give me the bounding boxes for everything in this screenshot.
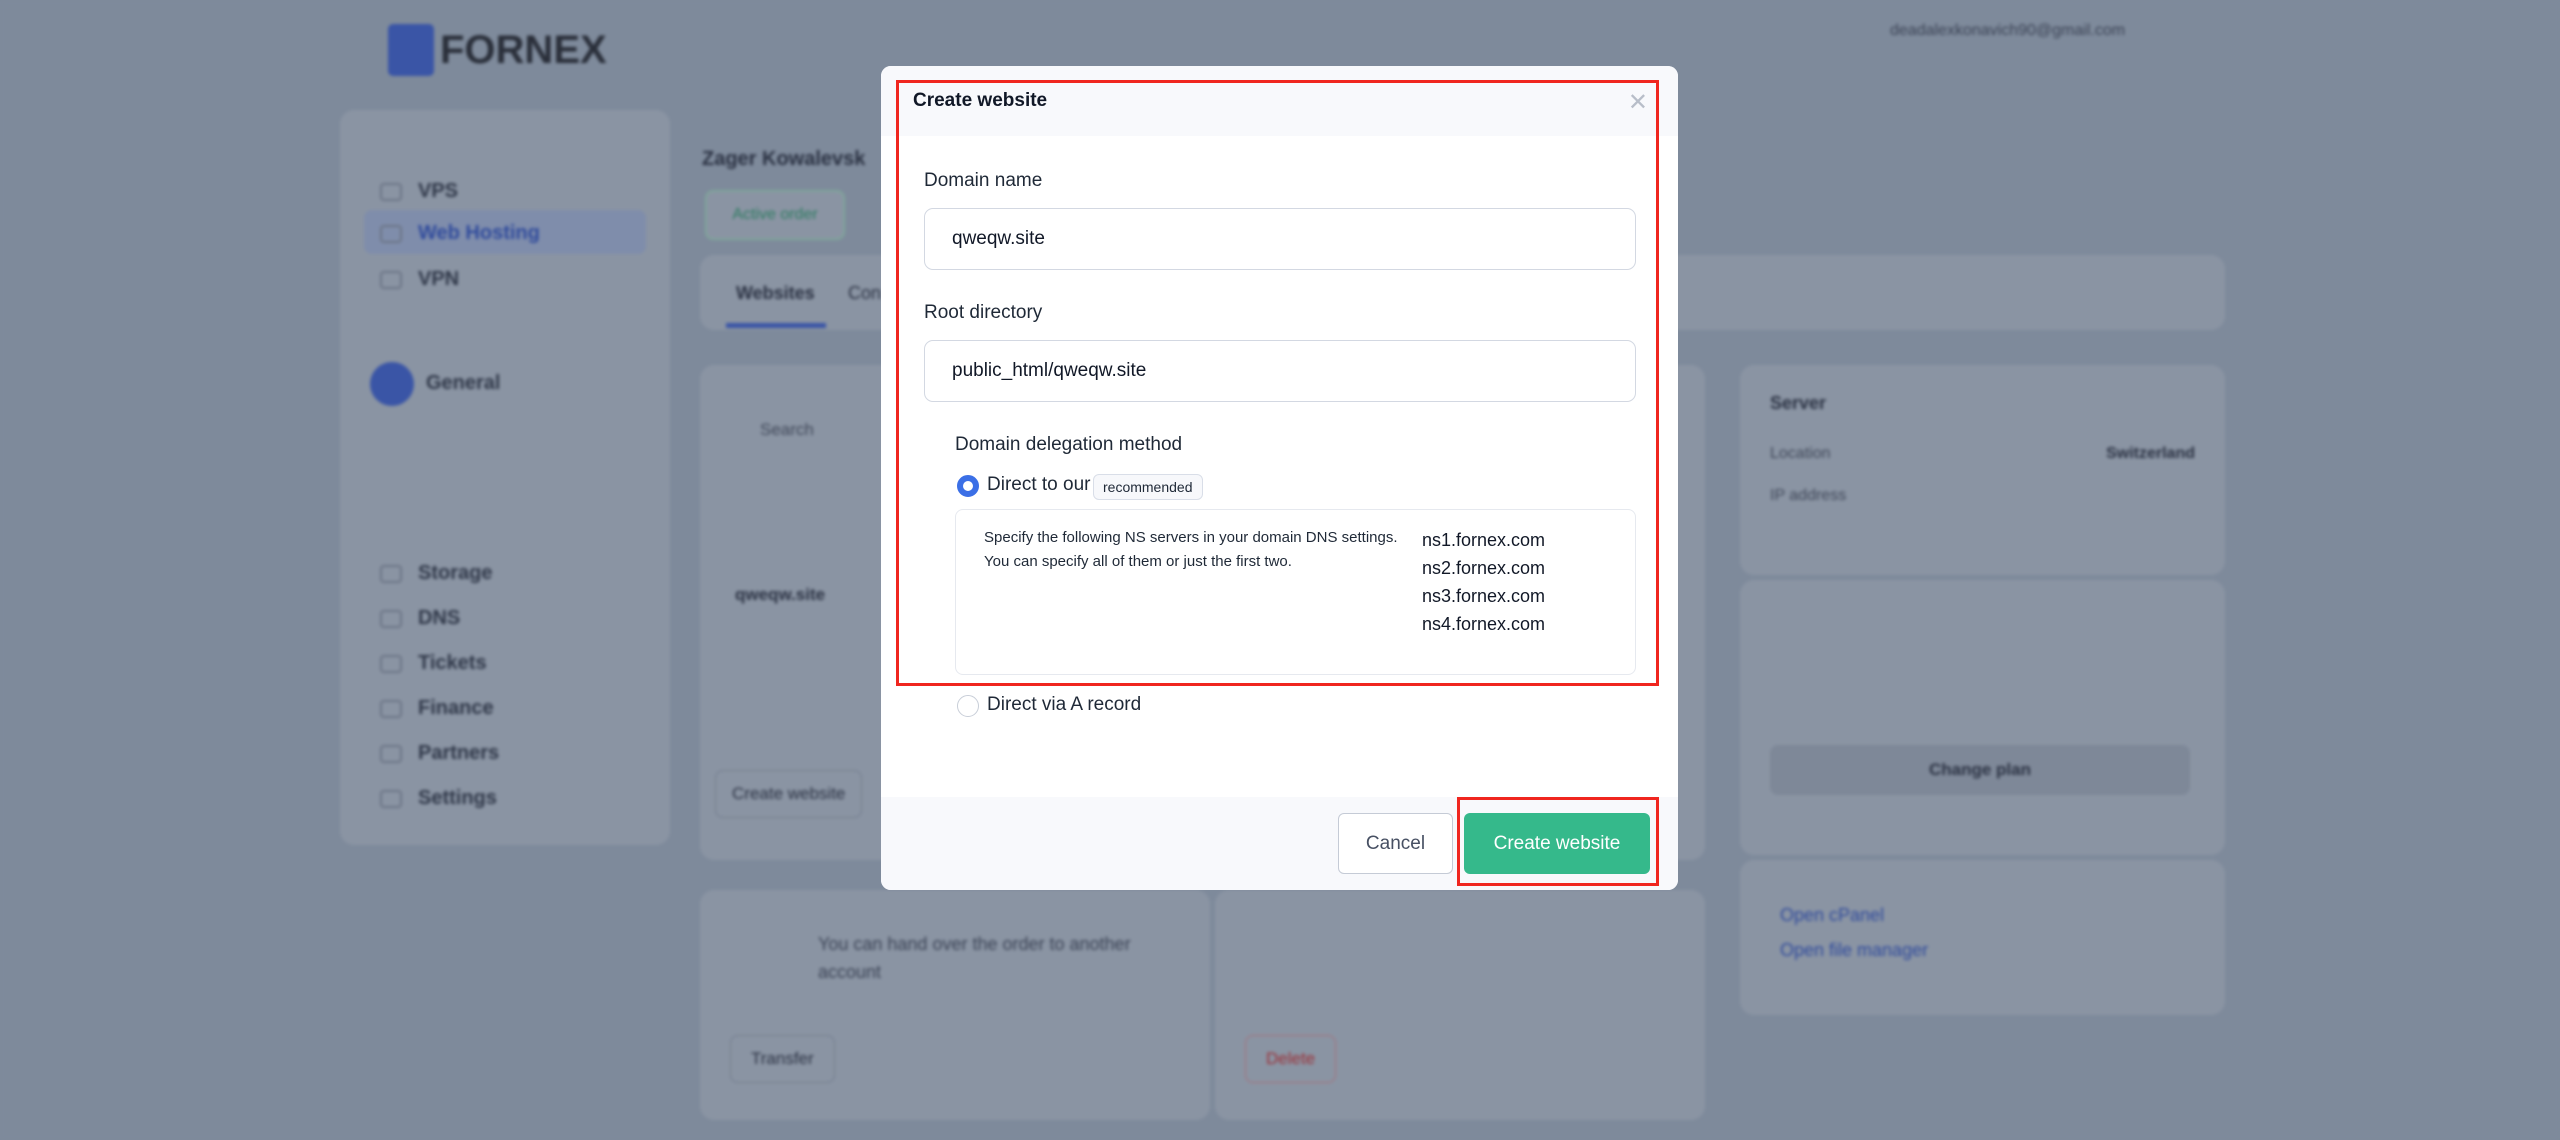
ns-server-list: ns1.fornex.com ns2.fornex.com ns3.fornex…: [1422, 526, 1545, 638]
location-value: Switzerland: [2106, 445, 2195, 462]
modal-header: Create website ✕: [881, 66, 1678, 136]
logo-icon: [388, 24, 434, 76]
transfer-text: You can hand over the order to another a…: [818, 934, 1131, 982]
recommended-badge: recommended: [1093, 474, 1203, 500]
sidebar: VPS Web Hosting VPN General Storage DNS …: [340, 110, 670, 845]
domain-name-input[interactable]: [924, 208, 1636, 270]
tab-websites[interactable]: Websites: [736, 283, 815, 304]
open-file-manager-link[interactable]: Open file manager: [1780, 940, 1928, 961]
website-name[interactable]: qweqw.site: [735, 585, 825, 605]
user-email[interactable]: deadalexkonavich90@gmail.com: [1890, 22, 2125, 40]
root-directory-label: Root directory: [924, 302, 1043, 323]
create-website-button[interactable]: Create website: [1464, 813, 1650, 874]
sidebar-item-partners[interactable]: Partners: [380, 742, 499, 765]
location-label: Location: [1770, 445, 1831, 462]
modal-footer: Cancel Create website: [881, 797, 1678, 890]
sidebar-item-tickets[interactable]: Tickets: [380, 652, 487, 675]
radio-ns-servers[interactable]: [957, 475, 979, 497]
server-card: Server Location Switzerland IP address: [1740, 365, 2225, 575]
sidebar-item-settings[interactable]: Settings: [380, 787, 497, 810]
create-website-modal: Create website ✕ Domain name Root direct…: [881, 66, 1678, 890]
search-input[interactable]: Search: [760, 420, 814, 440]
delete-button[interactable]: Delete: [1245, 1035, 1337, 1083]
cancel-button[interactable]: Cancel: [1338, 813, 1453, 874]
project-general[interactable]: General: [426, 372, 500, 395]
sidebar-item-storage[interactable]: Storage: [380, 562, 492, 585]
a-record-option-label[interactable]: Direct via A record: [987, 694, 1141, 716]
transfer-button[interactable]: Transfer: [730, 1035, 835, 1083]
links-card: Open cPanel Open file manager: [1740, 860, 2225, 1015]
sidebar-item-vps[interactable]: VPS: [380, 180, 458, 203]
ns-server: ns2.fornex.com: [1422, 558, 1546, 578]
sidebar-item-vpn[interactable]: VPN: [380, 268, 459, 291]
modal-title: Create website: [913, 90, 1048, 111]
open-cpanel-link[interactable]: Open cPanel: [1780, 905, 1884, 926]
ns-server: ns1.fornex.com: [1422, 530, 1546, 550]
delegation-method-label: Domain delegation method: [955, 434, 1183, 455]
ns-info-box: Specify the following NS servers in your…: [955, 509, 1636, 675]
ns-info-text: Specify the following NS servers in your…: [984, 529, 1398, 570]
transfer-card: You can hand over the order to another a…: [700, 890, 1210, 1120]
domain-name-label: Domain name: [924, 170, 1043, 191]
ip-label: IP address: [1770, 487, 1847, 504]
sidebar-item-dns[interactable]: DNS: [380, 607, 460, 630]
server-title: Server: [1770, 393, 1827, 413]
order-title: Zager Kowalevsk: [702, 148, 866, 170]
sidebar-item-finance[interactable]: Finance: [380, 697, 494, 720]
plan-card: Change plan: [1740, 580, 2225, 855]
root-directory-input[interactable]: [924, 340, 1636, 402]
sidebar-item-web-hosting[interactable]: Web Hosting: [380, 222, 540, 245]
tab-other[interactable]: Con: [848, 283, 881, 304]
radio-a-record[interactable]: [957, 695, 979, 717]
change-plan-button[interactable]: Change plan: [1770, 745, 2190, 795]
ns-server: ns4.fornex.com: [1422, 614, 1546, 634]
close-icon[interactable]: ✕: [1628, 88, 1648, 117]
delete-card: Delete: [1215, 890, 1705, 1120]
ns-server: ns3.fornex.com: [1422, 586, 1546, 606]
status-badge: Active order: [705, 190, 845, 240]
create-website-bg-button[interactable]: Create website: [715, 770, 863, 818]
logo: FORNEX: [440, 28, 607, 72]
